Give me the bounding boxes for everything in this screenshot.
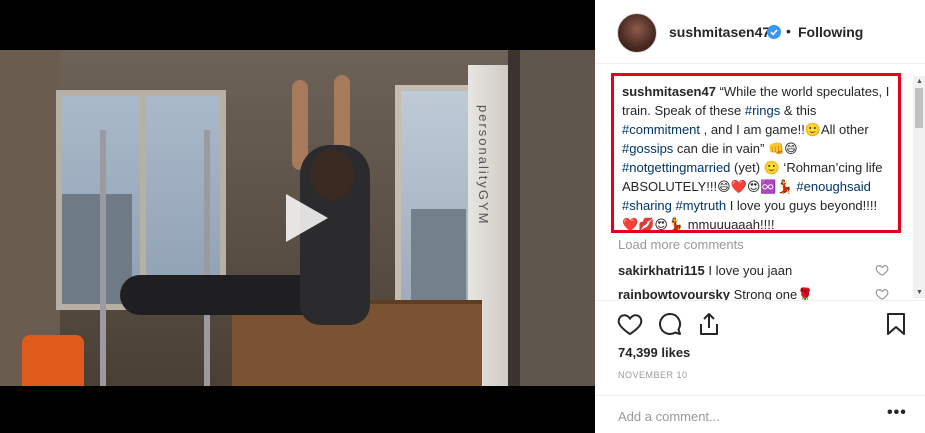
- separator-dot: •: [786, 23, 791, 39]
- post-sidebar: sushmitasen47 • Following sushmitasen47 …: [595, 0, 925, 433]
- following-button[interactable]: Following: [798, 24, 863, 40]
- caption-segment: , and I am game!!🙂All other: [700, 122, 869, 137]
- comment-like-icon[interactable]: [875, 263, 889, 277]
- load-more-comments[interactable]: Load more comments: [618, 237, 744, 252]
- caption-segment: can die in vain” 👊😄: [673, 141, 798, 156]
- hashtag-link[interactable]: #gossips: [622, 141, 673, 156]
- gym-machine: [100, 130, 210, 386]
- avatar[interactable]: [617, 13, 657, 53]
- post-actions: [595, 300, 925, 344]
- caption-segment: & this: [780, 103, 817, 118]
- caption-username[interactable]: sushmitasen47: [622, 84, 716, 99]
- more-options-icon[interactable]: •••: [887, 404, 907, 422]
- gym-panel-text: personalityGYM: [476, 105, 491, 226]
- scroll-up-icon[interactable]: ▲: [916, 78, 923, 85]
- wall-right: [520, 50, 595, 386]
- comment-username[interactable]: sakirkhatri115: [618, 263, 705, 278]
- scroll-thumb[interactable]: [915, 88, 923, 128]
- hashtag-link[interactable]: #rings: [745, 103, 780, 118]
- bookmark-icon[interactable]: [883, 311, 909, 337]
- hashtag-link[interactable]: #notgettingmarried: [622, 160, 730, 175]
- author-username[interactable]: sushmitasen47: [669, 24, 770, 40]
- comment-icon[interactable]: [657, 311, 683, 337]
- hashtag-link[interactable]: #commitment: [622, 122, 700, 137]
- hashtag-link[interactable]: #mytruth: [676, 198, 727, 213]
- verified-badge-icon: [767, 25, 781, 39]
- comment-text: I love you jaan: [708, 263, 793, 278]
- heart-icon[interactable]: [617, 311, 643, 337]
- add-comment-input[interactable]: Add a comment...: [618, 409, 720, 424]
- post-caption: sushmitasen47 “While the world speculate…: [611, 73, 901, 233]
- post-header: sushmitasen47 • Following: [595, 0, 925, 64]
- like-count[interactable]: 74,399 likes: [618, 345, 690, 360]
- share-icon[interactable]: [696, 311, 722, 337]
- post-date[interactable]: NOVEMBER 10: [618, 370, 688, 380]
- orange-bag: [22, 335, 84, 386]
- add-comment-bar: Add a comment... •••: [595, 395, 925, 433]
- comment-item: sakirkhatri115 I love you jaan: [618, 263, 792, 278]
- play-icon[interactable]: [262, 180, 338, 256]
- comment-like-icon[interactable]: [875, 287, 889, 301]
- post-media[interactable]: personalityGYM: [0, 0, 595, 433]
- hashtag-link[interactable]: #enoughsaid: [796, 179, 870, 194]
- door-frame: [508, 50, 520, 386]
- caption-text: “While the world speculates, I train. Sp…: [622, 84, 889, 230]
- hashtag-link[interactable]: #sharing: [622, 198, 672, 213]
- comments-scrollbar[interactable]: ▲ ▼: [913, 76, 925, 298]
- scroll-down-icon[interactable]: ▼: [916, 289, 923, 296]
